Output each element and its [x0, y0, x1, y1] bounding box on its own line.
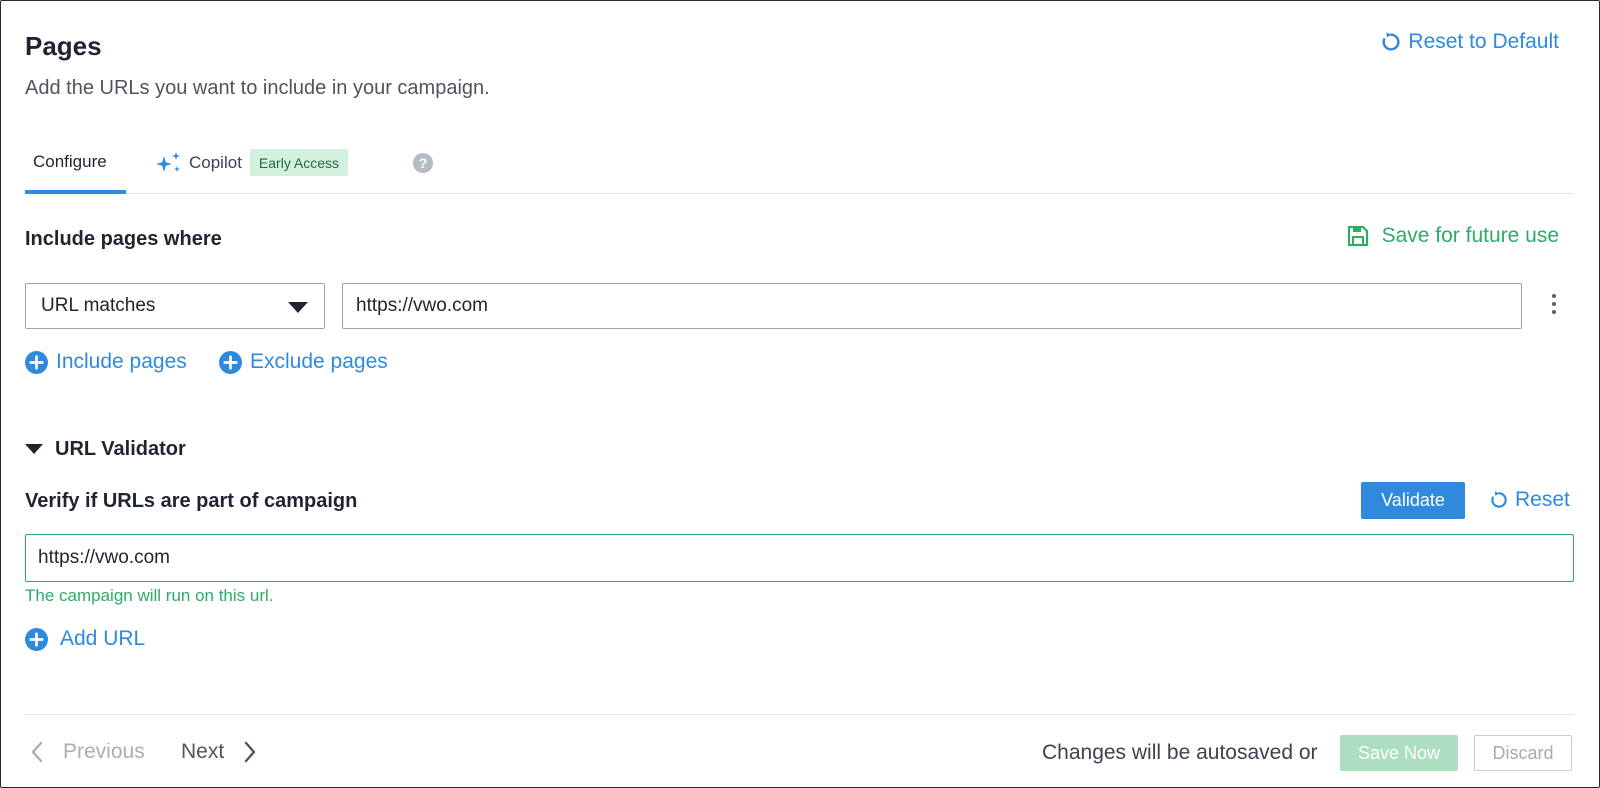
url-validator-toggle[interactable]: URL Validator — [25, 438, 186, 461]
chevron-right-icon — [244, 741, 256, 763]
include-pages-title: Include pages where — [25, 228, 222, 250]
page-url-input[interactable]: https://vwo.com — [342, 283, 1522, 329]
autosave-notice: Changes will be autosaved or — [1042, 741, 1318, 764]
verify-urls-label: Verify if URLs are part of campaign — [25, 490, 358, 512]
url-condition-select[interactable]: URL matches — [25, 283, 325, 329]
previous-label: Previous — [63, 740, 145, 763]
tab-configure-label: Configure — [33, 152, 107, 171]
save-for-future-use-label: Save for future use — [1381, 224, 1559, 247]
include-pages-label: Include pages — [56, 350, 187, 373]
plus-circle-icon — [25, 627, 48, 651]
tab-configure[interactable]: Configure — [25, 141, 126, 194]
caret-down-icon — [25, 444, 43, 455]
add-url-label: Add URL — [60, 627, 146, 650]
exclude-pages-button[interactable]: Exclude pages — [219, 350, 388, 374]
plus-circle-icon — [219, 350, 242, 374]
help-icon[interactable]: ? — [413, 153, 433, 173]
floppy-disk-icon — [1346, 224, 1370, 248]
refresh-icon — [1380, 31, 1402, 53]
sparkle-icon — [155, 151, 183, 175]
reset-button[interactable]: Reset — [1489, 488, 1570, 512]
validator-url-value: https://vwo.com — [38, 547, 170, 568]
url-condition-value: URL matches — [41, 295, 156, 316]
early-access-badge: Early Access — [249, 149, 349, 176]
url-validator-title: URL Validator — [55, 438, 186, 460]
next-label: Next — [181, 740, 225, 763]
validation-status-message: The campaign will run on this url. — [25, 586, 274, 605]
reset-label: Reset — [1515, 488, 1570, 511]
reset-to-default-label: Reset to Default — [1408, 30, 1559, 53]
footer-divider — [25, 714, 1574, 715]
reset-to-default-button[interactable]: Reset to Default — [1380, 30, 1559, 54]
exclude-pages-label: Exclude pages — [250, 350, 388, 373]
caret-down-icon — [288, 302, 308, 314]
include-pages-button[interactable]: Include pages — [25, 350, 187, 374]
tab-bar: Configure Copilot Early Access ? — [25, 141, 1574, 194]
previous-button[interactable]: Previous — [31, 740, 145, 764]
page-title: Pages — [25, 31, 102, 61]
chevron-left-icon — [31, 741, 43, 763]
pages-panel: Pages Add the URLs you want to include i… — [0, 0, 1600, 788]
tab-copilot-label: Copilot — [189, 152, 242, 172]
tab-copilot[interactable]: Copilot Early Access — [155, 149, 349, 176]
next-button[interactable]: Next — [181, 740, 256, 764]
discard-button[interactable]: Discard — [1474, 735, 1572, 771]
add-url-button[interactable]: Add URL — [25, 627, 145, 651]
validate-button[interactable]: Validate — [1361, 482, 1465, 519]
refresh-icon — [1489, 490, 1509, 510]
save-for-future-use-button[interactable]: Save for future use — [1346, 224, 1559, 248]
validator-url-input[interactable]: https://vwo.com — [25, 534, 1574, 582]
plus-circle-icon — [25, 350, 48, 374]
save-now-button[interactable]: Save Now — [1340, 735, 1458, 771]
page-url-value: https://vwo.com — [356, 295, 488, 316]
kebab-menu-icon[interactable] — [1546, 294, 1562, 320]
page-subtitle: Add the URLs you want to include in your… — [25, 77, 490, 99]
